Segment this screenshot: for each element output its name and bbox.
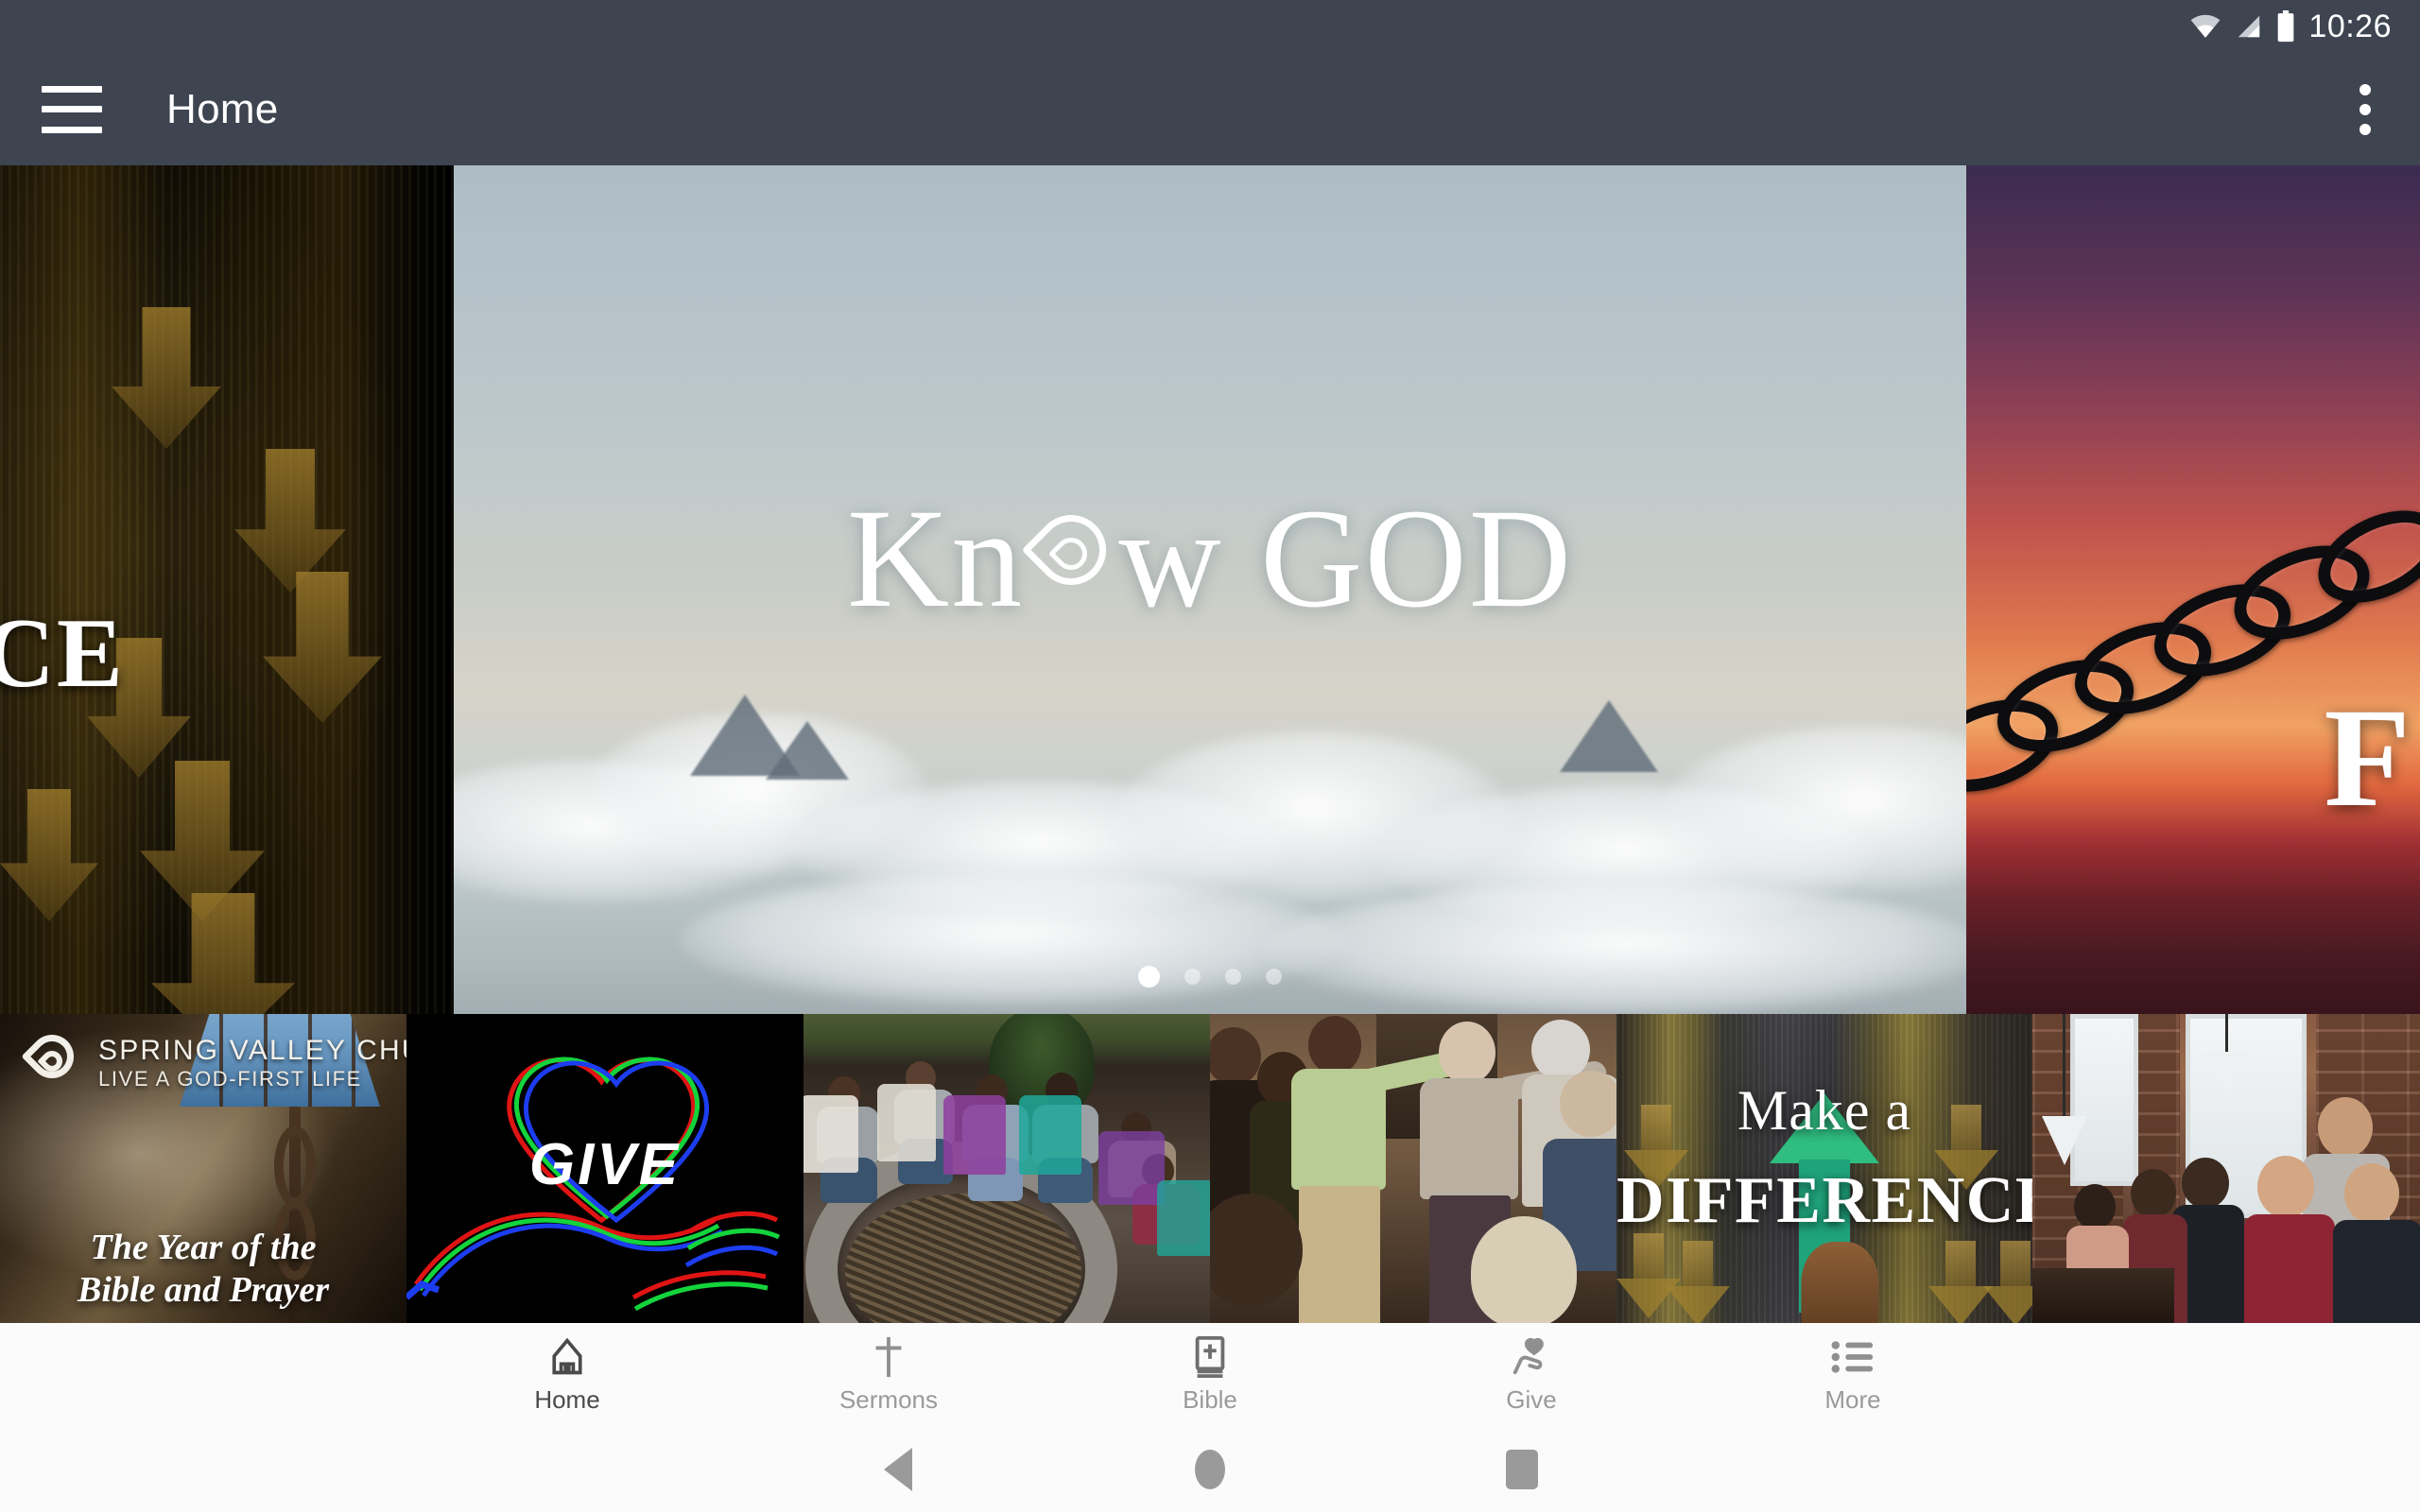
nav-item-sermons[interactable]: Sermons bbox=[728, 1336, 1049, 1415]
bottom-navigation[interactable]: Home Sermons Bible Give More bbox=[0, 1323, 2420, 1427]
tile-headline: GIVE bbox=[528, 1132, 682, 1197]
app-screen: 10:26 Home CE Kn w GOD F SPRING VALLEY C… bbox=[0, 0, 2420, 1512]
tile-brand-name: SPRING VALLEY CHURCH bbox=[98, 1035, 406, 1066]
status-bar-clock: 10:26 bbox=[2308, 8, 2392, 44]
home-church-icon bbox=[546, 1336, 588, 1378]
page-title: Home bbox=[166, 85, 279, 132]
down-arrow-art bbox=[1983, 1241, 2032, 1323]
android-recents-button[interactable] bbox=[1366, 1450, 1678, 1489]
nav-item-more[interactable]: More bbox=[1692, 1336, 2014, 1415]
tile-headline-line-1: Make a bbox=[1737, 1079, 1912, 1142]
carousel-dot-1[interactable] bbox=[1138, 966, 1160, 988]
tile-headline: The Year of the Bible and Prayer bbox=[0, 1227, 406, 1312]
pendant-lamp-art bbox=[2204, 1052, 2250, 1101]
mountain-peak bbox=[766, 721, 849, 780]
chair-art bbox=[1157, 1180, 1210, 1256]
water-drop-icon bbox=[1021, 500, 1121, 615]
person-figure bbox=[2333, 1163, 2420, 1323]
carousel-dot-2[interactable] bbox=[1184, 969, 1201, 985]
more-vert-icon[interactable] bbox=[2350, 75, 2380, 145]
android-system-navigation[interactable] bbox=[0, 1427, 2420, 1512]
person-figure bbox=[1465, 1216, 1582, 1323]
next-slide-title: F bbox=[2324, 679, 2411, 836]
person-figure bbox=[2244, 1156, 2335, 1323]
list-menu-icon bbox=[1831, 1336, 1875, 1378]
chair-art bbox=[943, 1095, 1006, 1175]
tile-brand-tagline: LIVE A GOD-FIRST LIFE bbox=[98, 1067, 362, 1091]
tile-give[interactable]: GIVE bbox=[406, 1014, 804, 1323]
android-recents-icon bbox=[1506, 1450, 1538, 1489]
food-table-art bbox=[2032, 1268, 2174, 1323]
down-arrow-art bbox=[1666, 1241, 1730, 1323]
nav-label-give: Give bbox=[1506, 1385, 1557, 1414]
nav-item-home[interactable]: Home bbox=[406, 1336, 728, 1415]
android-back-icon bbox=[884, 1448, 912, 1491]
tile-make-a-difference[interactable]: Make a DIFFERENCE bbox=[1616, 1014, 2032, 1323]
tile-headline-line-2: DIFFERENCE bbox=[1616, 1164, 2032, 1237]
pendant-lamp-art bbox=[2042, 1116, 2087, 1165]
android-home-button[interactable] bbox=[1054, 1450, 1366, 1489]
bible-book-icon bbox=[1191, 1335, 1229, 1379]
chair-art bbox=[1019, 1095, 1081, 1175]
carousel-dot-3[interactable] bbox=[1225, 969, 1241, 985]
previous-slide-title: CE bbox=[0, 597, 125, 708]
hamburger-menu-icon[interactable] bbox=[42, 85, 102, 133]
hero-title-part-2: w GOD bbox=[1118, 480, 1574, 637]
hero-title-part-1: Kn bbox=[846, 480, 1025, 637]
status-bar: 10:26 bbox=[0, 0, 2420, 53]
carousel-dot-4[interactable] bbox=[1266, 969, 1282, 985]
tile-headline-line-1: The Year of the bbox=[90, 1228, 317, 1268]
hero-carousel[interactable]: CE Kn w GOD F bbox=[0, 165, 2420, 1014]
person-figure bbox=[1210, 1194, 1310, 1323]
wifi-icon bbox=[2191, 14, 2221, 38]
nav-item-bible[interactable]: Bible bbox=[1049, 1335, 1371, 1415]
carousel-slide-next[interactable]: F bbox=[1966, 165, 2420, 1014]
cellular-signal-icon bbox=[2238, 15, 2260, 38]
chair-art bbox=[1098, 1131, 1165, 1205]
carousel-slide-active[interactable]: Kn w GOD bbox=[454, 165, 1966, 1014]
hero-title: Kn w GOD bbox=[454, 477, 1966, 640]
pendant-cord-art bbox=[2225, 1014, 2228, 1054]
tile-community-meal[interactable] bbox=[2032, 1014, 2420, 1323]
nav-label-more: More bbox=[1824, 1385, 1881, 1414]
carousel-slide-previous[interactable]: CE bbox=[0, 165, 454, 1014]
nav-label-home: Home bbox=[534, 1385, 600, 1414]
tile-small-groups[interactable] bbox=[804, 1014, 1210, 1323]
tile-headline-line-2: Bible and Prayer bbox=[78, 1270, 329, 1311]
battery-icon bbox=[2278, 10, 2294, 43]
spring-valley-drop-logo bbox=[21, 1025, 83, 1097]
lamp-knot-art bbox=[274, 1125, 316, 1207]
app-bar: Home bbox=[0, 53, 2420, 165]
mountain-peak bbox=[1560, 700, 1658, 772]
nav-item-give[interactable]: Give bbox=[1371, 1336, 1692, 1415]
hand-heart-icon bbox=[1509, 1336, 1554, 1378]
cross-icon bbox=[872, 1336, 906, 1378]
boot-art bbox=[1801, 1242, 1879, 1323]
pendant-cord-art bbox=[2063, 1014, 2066, 1118]
chair-art bbox=[877, 1084, 936, 1161]
chair-art bbox=[804, 1095, 858, 1173]
carousel-pagination-dots[interactable] bbox=[454, 966, 1966, 988]
tile-prayer[interactable] bbox=[1210, 1014, 1616, 1323]
feature-tile-row[interactable]: SPRING VALLEY CHURCH LIVE A GOD-FIRST LI… bbox=[0, 1014, 2420, 1323]
tile-year-of-bible-prayer[interactable]: SPRING VALLEY CHURCH LIVE A GOD-FIRST LI… bbox=[0, 1014, 406, 1323]
android-home-icon bbox=[1195, 1450, 1225, 1489]
nav-label-bible: Bible bbox=[1183, 1385, 1237, 1414]
android-back-button[interactable] bbox=[742, 1448, 1054, 1491]
nav-label-sermons: Sermons bbox=[838, 1385, 939, 1414]
